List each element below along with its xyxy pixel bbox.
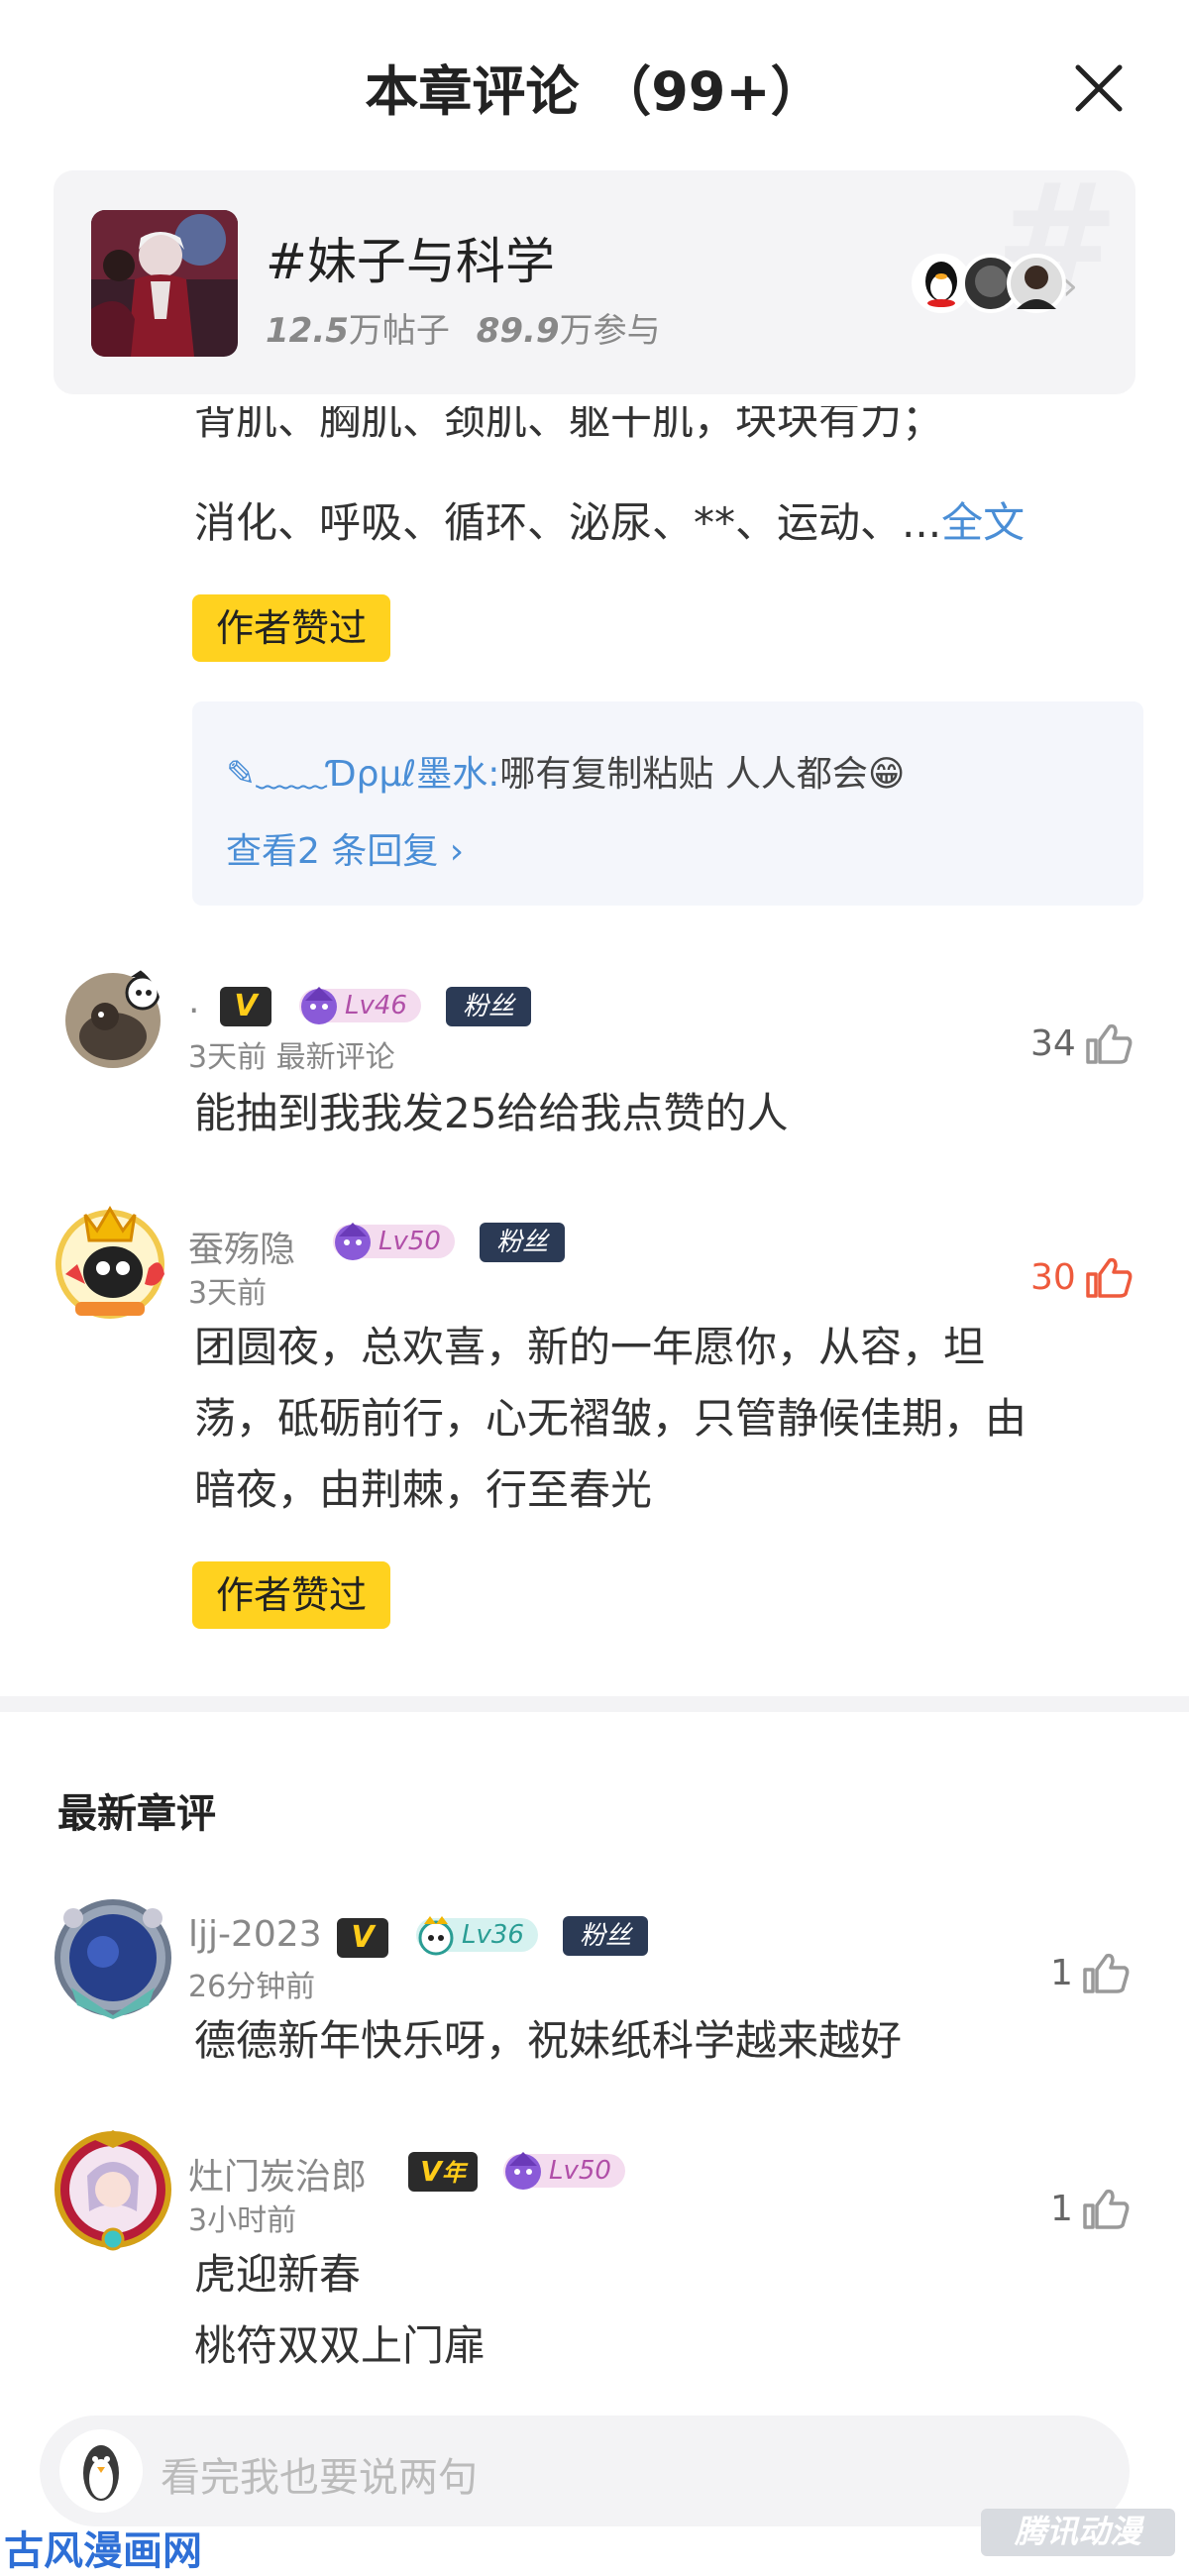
reply-author-name[interactable]: ✎﹏﹏Ɗρμℓ墨水: <box>226 754 499 795</box>
comment-text-line: 暗夜，由荆棘，行至春光 <box>194 1465 653 1514</box>
topic-card[interactable]: # #妹子与科学 12.5万帖子 89.9万参与 › <box>54 170 1135 394</box>
level-text: Lv46 <box>345 991 407 1020</box>
author-liked-badge: 作者赞过 <box>192 594 390 662</box>
level-badge: Lv46 <box>299 987 421 1024</box>
comment-meta: 3天前 最新评论 <box>188 1040 395 1075</box>
watermark-right: 腾讯动漫 <box>981 2509 1175 2556</box>
penguin-avatar-icon <box>59 2429 143 2513</box>
comment-text-line: 虎迎新春 <box>194 2250 362 2299</box>
level-icon <box>505 2152 541 2190</box>
like-button[interactable]: 30 <box>1030 1252 1134 1302</box>
comment-text-excerpt: 消化、呼吸、循环、泌尿、**、运动、... <box>194 498 942 547</box>
page-title: 本章评论 （99+） <box>365 60 824 123</box>
topic-participants-count: 89.9 <box>476 311 560 351</box>
participant-avatar <box>1007 254 1066 313</box>
comment-text-line: 荡，砥砺前行，心无褶皱，只管静候佳期，由 <box>194 1394 1027 1443</box>
level-text: Lv50 <box>378 1227 441 1256</box>
comment-text: 能抽到我我发25给给我点赞的人 <box>194 1089 789 1137</box>
comment-input-bar[interactable]: 看完我也要说两句 <box>40 2415 1130 2526</box>
like-count: 30 <box>1030 1256 1076 1298</box>
thumbs-up-icon <box>1086 1023 1133 1064</box>
username[interactable]: 灶门炭治郎 <box>188 2148 367 2200</box>
level-badge: Lv36 <box>416 1916 538 1956</box>
comment-text-line: 团圆夜，总欢喜，新的一年愿你，从容，坦 <box>194 1323 986 1371</box>
topic-posts-unit: 万帖子 <box>348 311 450 351</box>
fan-badge: 粉丝 <box>563 1916 648 1956</box>
like-count: 1 <box>1050 1952 1073 1993</box>
username[interactable]: ljj-2023 <box>188 1914 322 1955</box>
avatar[interactable] <box>46 1195 174 1324</box>
close-icon[interactable] <box>1070 59 1128 117</box>
level-icon <box>301 987 337 1024</box>
topic-posts-count: 12.5 <box>266 311 349 351</box>
section-divider <box>0 1696 1189 1712</box>
like-button[interactable]: 1 <box>1050 1948 1131 1997</box>
fan-badge: 粉丝 <box>446 987 531 1026</box>
reply-text: 哪有复制粘贴 人人都会😁 <box>499 754 906 795</box>
comment-text-clipped: 背肌、胸肌、颈肌、躯干肌，块块有力； <box>194 406 1145 456</box>
username[interactable]: 蚕殇隐 <box>188 1221 295 1272</box>
view-replies-link[interactable]: 查看2 条回复 › <box>226 822 464 874</box>
like-button[interactable]: 34 <box>1030 1019 1134 1068</box>
comment-text-line: 消化、呼吸、循环、泌尿、**、运动、...全文 <box>194 489 1025 550</box>
thumbs-up-icon <box>1083 1953 1130 1993</box>
reply-preview: ✎﹏﹏Ɗρμℓ墨水:哪有复制粘贴 人人都会😁 <box>226 745 905 797</box>
comment-input-placeholder[interactable]: 看完我也要说两句 <box>161 2445 478 2503</box>
comment-text: 团圆夜，总欢喜，新的一年愿你，从容，坦 荡，砥砺前行，心无褶皱，只管静候佳期，由… <box>194 1312 1027 1526</box>
like-button[interactable]: 1 <box>1050 2184 1131 2233</box>
vip-badge: V <box>220 987 271 1026</box>
participant-avatar <box>912 254 971 313</box>
vip-year-text: 年 <box>441 2159 466 2187</box>
vip-year-badge: V年 <box>408 2152 478 2192</box>
section-title: 最新章评 <box>57 1791 216 1837</box>
avatar[interactable] <box>63 961 162 1070</box>
like-count: 34 <box>1030 1022 1076 1064</box>
level-icon <box>335 1223 371 1260</box>
topic-name: #妹子与科学 <box>266 233 555 290</box>
like-count: 1 <box>1050 2188 1073 2229</box>
reply-preview-box[interactable]: ✎﹏﹏Ɗρμℓ墨水:哪有复制粘贴 人人都会😁 查看2 条回复 › <box>192 701 1143 906</box>
comment-meta: 3小时前 <box>188 2203 297 2238</box>
comment-meta: 3天前 <box>188 1276 268 1311</box>
topic-cover-image <box>91 210 238 357</box>
participant-avatars <box>912 254 1066 313</box>
username[interactable]: . <box>188 981 199 1021</box>
thumbs-up-icon <box>1086 1257 1133 1298</box>
comment-meta: 26分钟前 <box>188 1970 316 2004</box>
comment-text-line: 背肌、胸肌、颈肌、躯干肌，块块有力； <box>194 406 944 444</box>
comment-text-line: 桃符双双上门扉 <box>194 2321 486 2370</box>
chevron-right-icon: › <box>1062 264 1078 309</box>
watermark-right-text: 腾讯动漫 <box>1014 2513 1145 2550</box>
header: 本章评论 （99+） <box>0 0 1189 168</box>
topic-stats: 12.5万帖子 89.9万参与 <box>266 303 661 352</box>
author-liked-badge: 作者赞过 <box>192 1561 390 1629</box>
level-badge: Lv50 <box>503 2152 625 2190</box>
avatar[interactable] <box>52 1896 174 2019</box>
thumbs-up-icon <box>1083 2189 1130 2229</box>
topic-participants-unit: 万参与 <box>559 311 661 351</box>
level-icon <box>418 1916 454 1956</box>
comment-text: 虎迎新春 桃符双双上门扉 <box>194 2239 486 2382</box>
full-text-link[interactable]: 全文 <box>941 498 1025 547</box>
level-text: Lv50 <box>549 2156 611 2186</box>
watermark-left: 古风漫画网 <box>4 2528 202 2574</box>
avatar[interactable] <box>52 2128 174 2251</box>
comment-text: 德德新年快乐呀，祝妹纸科学越来越好 <box>194 2016 903 2065</box>
fan-badge: 粉丝 <box>480 1223 565 1262</box>
level-text: Lv36 <box>462 1920 524 1950</box>
level-badge: Lv50 <box>333 1223 455 1260</box>
vip-badge: V <box>337 1918 388 1958</box>
